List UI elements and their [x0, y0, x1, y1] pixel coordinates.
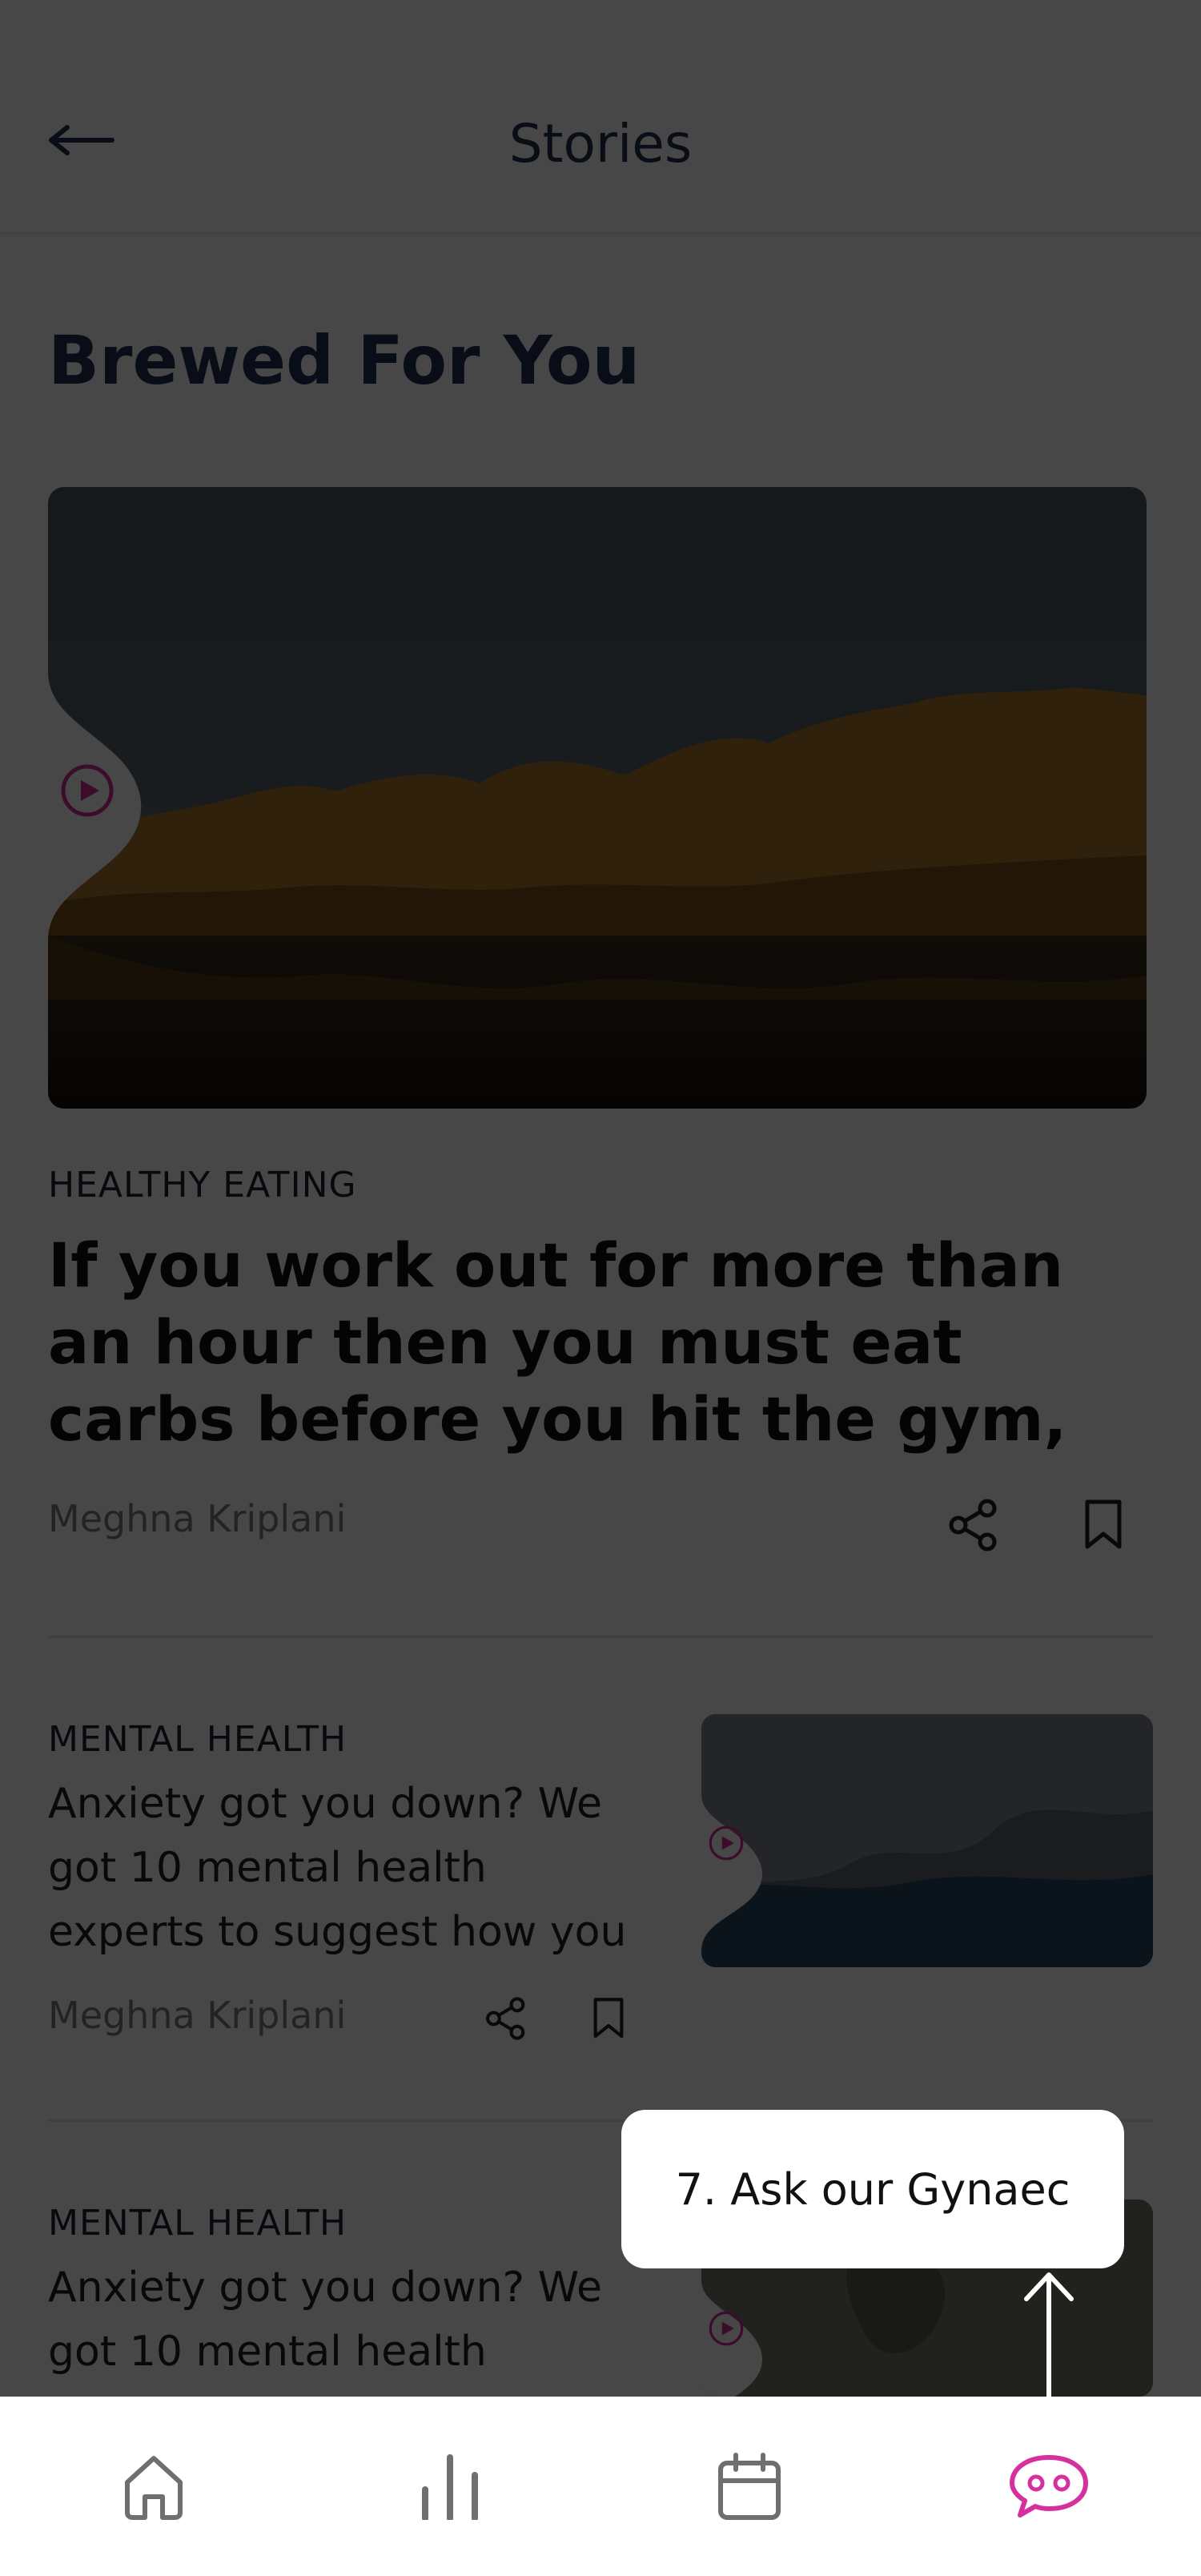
share-icon [486, 1997, 525, 2040]
tooltip-text: 7. Ask our Gynaec [675, 2163, 1070, 2215]
section-title: Brewed For You [48, 321, 641, 400]
bookmark-icon [1085, 1499, 1122, 1549]
nav-ask-gynaec[interactable] [993, 2430, 1105, 2542]
stories-screen: Stories Brewed For You HEALTHY EATING If… [0, 0, 1201, 2397]
article-title[interactable]: Anxiety got you down? We got 10 mental h… [48, 1772, 657, 1964]
calendar-icon [718, 2453, 781, 2520]
nav-insights[interactable] [394, 2430, 506, 2542]
article-title[interactable]: Anxiety got you down? We got 10 mental h… [48, 2256, 657, 2397]
hero-bookmark-button[interactable] [1071, 1493, 1135, 1557]
article-category: MENTAL HEALTH [48, 2203, 347, 2244]
share-icon [949, 1499, 997, 1552]
play-icon [61, 764, 114, 817]
bookmark-icon [593, 1998, 624, 2039]
play-icon [709, 1825, 744, 1861]
bar-chart-icon [422, 2454, 478, 2520]
onboarding-tooltip: 7. Ask our Gynaec [621, 2110, 1124, 2268]
bottom-navigation [0, 2397, 1201, 2576]
hero-author: Meghna Kriplani [48, 1497, 347, 1540]
nav-home[interactable] [98, 2430, 210, 2542]
app-header: Stories [0, 0, 1201, 235]
page-title: Stories [508, 113, 693, 175]
hero-image[interactable] [48, 487, 1147, 1109]
article-image[interactable] [701, 1714, 1153, 1967]
home-icon [125, 2456, 183, 2520]
hero-category: HEALTHY EATING [48, 1165, 357, 1205]
hero-headline[interactable]: If you work out for more than an hour th… [48, 1227, 1121, 1458]
divider [48, 1636, 1153, 1638]
article-share-button[interactable] [474, 1986, 538, 2051]
play-icon [709, 2311, 744, 2346]
chat-bubble-icon [1010, 2455, 1088, 2518]
hero-share-button[interactable] [942, 1493, 1006, 1557]
article-category: MENTAL HEALTH [48, 1719, 347, 1760]
article-bookmark-button[interactable] [576, 1986, 641, 2051]
article-author: Meghna Kriplani [48, 1994, 347, 2037]
tooltip-pointer-line [1046, 2275, 1051, 2397]
nav-calendar[interactable] [693, 2430, 805, 2542]
